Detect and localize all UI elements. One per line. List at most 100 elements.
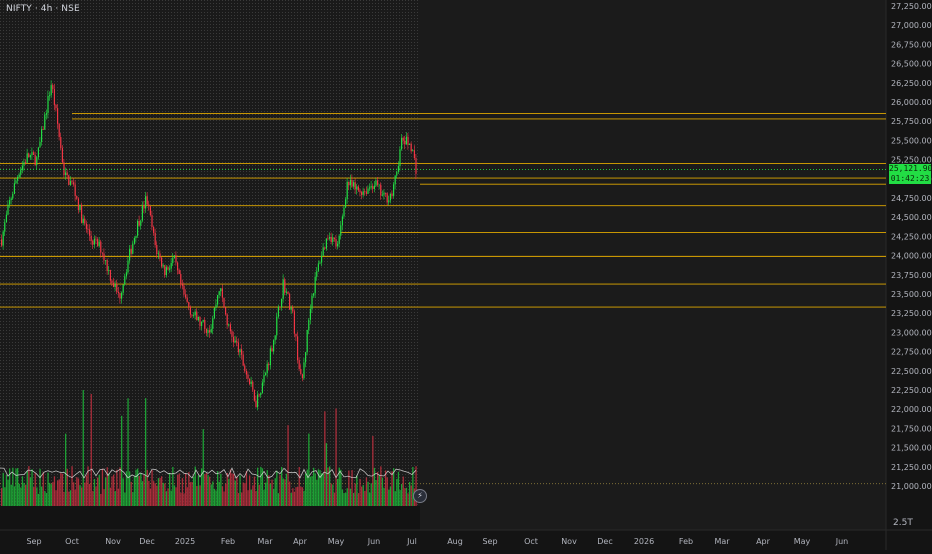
volume-bar: [156, 485, 158, 506]
candle-body: [266, 364, 268, 374]
volume-bar: [108, 473, 110, 506]
symbol-title[interactable]: NIFTY · 4h · NSE: [6, 4, 80, 14]
candle-body: [413, 150, 415, 158]
candle-body: [28, 153, 30, 158]
candle-body: [412, 150, 414, 152]
candle-body: [29, 155, 31, 158]
volume-bar: [138, 476, 140, 506]
candle-body: [306, 329, 308, 353]
candle-body: [213, 307, 215, 319]
candle-body: [69, 181, 71, 185]
candle-body: [324, 247, 326, 249]
volume-bar: [50, 484, 52, 506]
volume-bar: [402, 476, 404, 506]
volume-bar: [321, 473, 323, 506]
volume-bar: [239, 475, 241, 506]
candle-body: [1, 239, 3, 246]
candle-body: [164, 265, 166, 276]
candle-body: [340, 225, 342, 236]
volume-bar: [82, 390, 84, 506]
candle-body: [143, 205, 145, 209]
price-tick-label: 26,500.00: [891, 60, 932, 69]
volume-bar: [250, 489, 252, 506]
candle-body: [141, 205, 143, 221]
volume-bar: [185, 473, 187, 506]
candle-body: [244, 365, 246, 371]
time-tick-label: Oct: [65, 537, 79, 546]
volume-bar: [271, 479, 273, 506]
volume-bar: [313, 467, 315, 506]
candle-body: [31, 152, 33, 156]
candle-body: [282, 279, 284, 299]
candle-body: [218, 291, 220, 295]
candle-body: [18, 174, 20, 177]
candle-body: [271, 348, 273, 352]
candle-body: [281, 298, 283, 308]
candle-body: [173, 255, 175, 258]
candle-body: [129, 248, 131, 261]
chart-canvas[interactable]: 27,250.00 27,000.00 26,750.00 26,500.00 26,2…: [0, 0, 932, 550]
time-tick-label: Oct: [524, 537, 538, 546]
candle-body: [253, 389, 255, 401]
volume-bar: [305, 473, 307, 506]
candle-body: [373, 185, 375, 189]
candle-body: [71, 181, 73, 183]
candle-body: [89, 229, 91, 236]
candle-body: [338, 235, 340, 244]
candle-body: [316, 271, 318, 277]
volume-bar: [151, 470, 153, 506]
candle-body: [341, 216, 343, 226]
price-tick-label: 26,750.00: [891, 40, 932, 49]
candle-body: [311, 295, 313, 309]
volume-bar: [154, 483, 156, 506]
history-area: [0, 0, 420, 506]
volume-bar: [356, 475, 358, 506]
candle-body: [242, 354, 244, 366]
candle-body: [205, 328, 207, 333]
candle-body: [138, 221, 140, 226]
volume-bar: [300, 486, 302, 506]
candle-body: [289, 293, 291, 310]
volume-bar: [244, 483, 246, 506]
candle-body: [305, 352, 307, 363]
candle-body: [188, 301, 190, 308]
volume-bar: [281, 466, 283, 506]
candle-body: [197, 316, 199, 321]
volume-bar: [53, 476, 56, 506]
candle-body: [194, 311, 196, 316]
candle-body: [146, 196, 148, 205]
volume-bar: [215, 490, 217, 506]
volume-bar: [133, 476, 136, 506]
volume-bar: [44, 490, 46, 506]
candle-body: [183, 285, 185, 295]
candle-body: [106, 260, 108, 271]
volume-bar: [290, 492, 292, 506]
candle-body: [330, 236, 332, 242]
volume-bar: [98, 474, 100, 506]
volume-bar: [242, 482, 244, 506]
time-tick-label: Sep: [26, 537, 41, 546]
candle-body: [389, 193, 391, 201]
volume-bar: [322, 473, 324, 506]
volume-bar: [220, 473, 222, 506]
price-tick-label: 24,750.00: [891, 194, 932, 203]
price-tick-label: 25,500.00: [891, 136, 932, 145]
candle-body: [74, 184, 76, 196]
candle-body: [79, 204, 81, 210]
lightning-icon[interactable]: ⚡: [413, 489, 427, 503]
candle-body: [292, 307, 294, 312]
candle-body: [220, 288, 222, 292]
chart-root[interactable]: 27,250.00 27,000.00 26,750.00 26,500.00 26,2…: [0, 0, 932, 550]
candle-body: [125, 272, 127, 277]
volume-bar: [90, 393, 92, 506]
candle-body: [226, 314, 228, 326]
volume-bar: [13, 486, 16, 506]
candle-body: [407, 136, 409, 145]
volume-bar: [303, 490, 305, 506]
volume-bar: [169, 472, 171, 506]
candle-body: [241, 349, 243, 355]
candle-body: [170, 262, 172, 269]
volume-bar: [42, 472, 44, 506]
volume-bar: [325, 443, 328, 506]
candle-body: [386, 193, 388, 203]
